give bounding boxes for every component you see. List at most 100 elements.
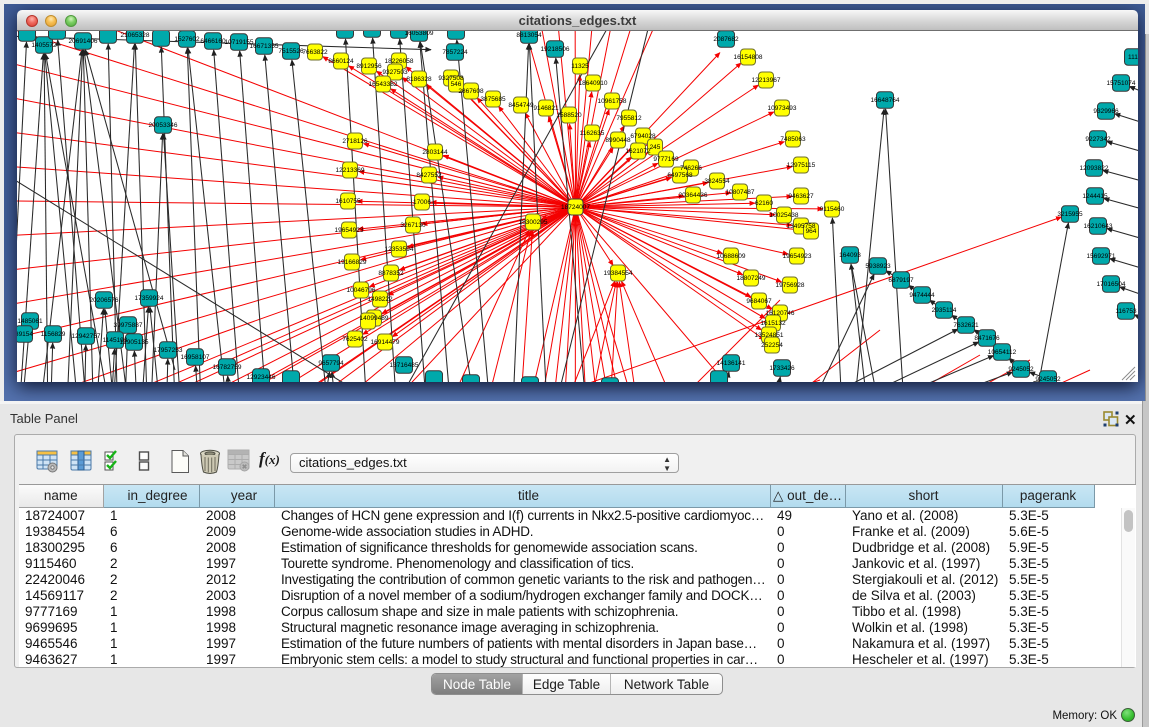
svg-text:9227342: 9227342 <box>1085 136 1111 143</box>
svg-text:3215955: 3215955 <box>1057 211 1083 218</box>
svg-text:16154808: 16154808 <box>734 54 763 61</box>
svg-text:7515526: 7515526 <box>278 48 304 55</box>
svg-text:8813054: 8813054 <box>516 32 542 39</box>
svg-text:13524851: 13524851 <box>755 332 784 339</box>
svg-text:8878352: 8878352 <box>378 270 404 277</box>
svg-text:746266: 746266 <box>680 165 702 172</box>
svg-text:6497568: 6497568 <box>667 172 693 179</box>
svg-text:2935114: 2935114 <box>932 307 957 314</box>
svg-text:20691406: 20691406 <box>69 38 98 45</box>
svg-text:164093: 164093 <box>839 252 861 259</box>
svg-text:7625402: 7625402 <box>342 336 368 343</box>
svg-text:10025438: 10025438 <box>770 212 799 219</box>
svg-text:16543382: 16543382 <box>369 81 398 88</box>
svg-text:19166829: 19166829 <box>338 259 367 266</box>
svg-text:12093822: 12093822 <box>1080 165 1109 172</box>
svg-text:116753: 116753 <box>1115 308 1137 315</box>
svg-text:16120746: 16120746 <box>766 310 795 317</box>
svg-text:8912956: 8912956 <box>356 63 382 70</box>
svg-text:1588520: 1588520 <box>556 112 582 119</box>
svg-text:546: 546 <box>451 81 462 88</box>
svg-text:2803144: 2803144 <box>422 149 448 156</box>
svg-text:3875685: 3875685 <box>480 96 506 103</box>
svg-text:18724007: 18724007 <box>561 204 590 211</box>
svg-text:39154: 39154 <box>17 331 33 338</box>
svg-text:8471676: 8471676 <box>974 335 1000 342</box>
svg-text:1162635: 1162635 <box>580 130 605 137</box>
svg-text:1615132: 1615132 <box>760 320 786 327</box>
svg-text:9777169: 9777169 <box>653 156 679 163</box>
svg-text:10654112: 10654112 <box>988 349 1017 356</box>
svg-text:17016504: 17016504 <box>1097 281 1126 288</box>
svg-text:18807249: 18807249 <box>737 275 766 282</box>
svg-text:1244415: 1244415 <box>1082 193 1108 200</box>
svg-text:12905135: 12905135 <box>120 339 149 346</box>
svg-text:10973493: 10973493 <box>768 105 797 112</box>
svg-text:16671355: 16671355 <box>250 43 279 50</box>
svg-text:19654923: 19654923 <box>335 227 364 234</box>
svg-text:8427552: 8427552 <box>416 172 442 179</box>
svg-text:39975887: 39975887 <box>114 322 143 329</box>
svg-text:12353594: 12353594 <box>385 246 414 253</box>
svg-text:1405572: 1405572 <box>31 42 57 49</box>
svg-text:14099489: 14099489 <box>360 315 389 322</box>
svg-text:3824554: 3824554 <box>704 178 730 185</box>
svg-text:16210643: 16210643 <box>1084 223 1113 230</box>
svg-text:10807487: 10807487 <box>726 189 755 196</box>
svg-text:7663822: 7663822 <box>302 49 328 56</box>
svg-text:1621072: 1621072 <box>625 148 651 155</box>
svg-text:9245052: 9245052 <box>1035 376 1061 382</box>
svg-text:12975115: 12975115 <box>787 162 816 169</box>
svg-text:19654923: 19654923 <box>783 253 812 260</box>
svg-text:20364436: 20364436 <box>679 192 708 199</box>
svg-text:9474444: 9474444 <box>909 292 935 299</box>
svg-text:12213369: 12213369 <box>336 167 365 174</box>
svg-text:16053809: 16053809 <box>405 31 434 37</box>
svg-text:245: 245 <box>650 144 661 151</box>
svg-text:17957253: 17957253 <box>154 347 183 354</box>
svg-text:1527602: 1527602 <box>174 36 200 43</box>
svg-text:1610755: 1610755 <box>335 198 361 205</box>
svg-text:62160: 62160 <box>755 200 773 207</box>
svg-text:10688609: 10688609 <box>717 253 746 260</box>
svg-text:18226058: 18226058 <box>385 58 414 65</box>
svg-text:7632621: 7632621 <box>953 322 979 329</box>
svg-text:8660124: 8660124 <box>328 58 354 65</box>
svg-text:6879197: 6879197 <box>888 277 914 284</box>
svg-text:20206576: 20206576 <box>90 297 119 304</box>
svg-text:13716485: 13716485 <box>390 362 419 369</box>
svg-text:111: 111 <box>1128 54 1138 61</box>
svg-text:9684067: 9684067 <box>746 298 772 305</box>
svg-text:8990448: 8990448 <box>605 137 631 144</box>
svg-text:964: 964 <box>806 228 817 235</box>
svg-text:7955812: 7955812 <box>616 115 642 122</box>
svg-text:17359924: 17359924 <box>135 295 164 302</box>
svg-text:19218506: 19218506 <box>541 46 570 53</box>
svg-text:2718126: 2718126 <box>342 138 368 145</box>
svg-text:1156829: 1156829 <box>41 331 66 338</box>
svg-text:18300295: 18300295 <box>519 219 548 226</box>
svg-text:6466160: 6466160 <box>200 38 226 45</box>
svg-text:1485061: 1485061 <box>17 318 43 325</box>
svg-text:16914479: 16914479 <box>371 339 400 346</box>
svg-text:17006: 17006 <box>413 199 431 206</box>
svg-text:21065328: 21065328 <box>121 32 150 39</box>
svg-text:2867608: 2867608 <box>458 88 484 95</box>
svg-text:11325: 11325 <box>571 63 589 70</box>
svg-text:10046796: 10046796 <box>347 287 376 294</box>
svg-text:9463627: 9463627 <box>788 193 814 200</box>
svg-text:252254: 252254 <box>761 342 783 349</box>
svg-text:7485063: 7485063 <box>780 136 806 143</box>
svg-text:19384554: 19384554 <box>604 270 633 277</box>
svg-text:15692971: 15692971 <box>1087 253 1116 260</box>
svg-text:9245052: 9245052 <box>1008 366 1034 373</box>
svg-text:1498222: 1498222 <box>367 296 393 303</box>
svg-text:19756928: 19756928 <box>776 282 805 289</box>
svg-text:7857224: 7857224 <box>442 49 468 56</box>
svg-text:18640910: 18640910 <box>579 80 608 87</box>
svg-text:15751074: 15751074 <box>1107 80 1136 87</box>
svg-text:8186328: 8186328 <box>406 76 432 83</box>
svg-text:5938923: 5938923 <box>865 263 891 270</box>
svg-text:6794028: 6794028 <box>630 133 656 140</box>
svg-text:12923446: 12923446 <box>247 374 276 381</box>
